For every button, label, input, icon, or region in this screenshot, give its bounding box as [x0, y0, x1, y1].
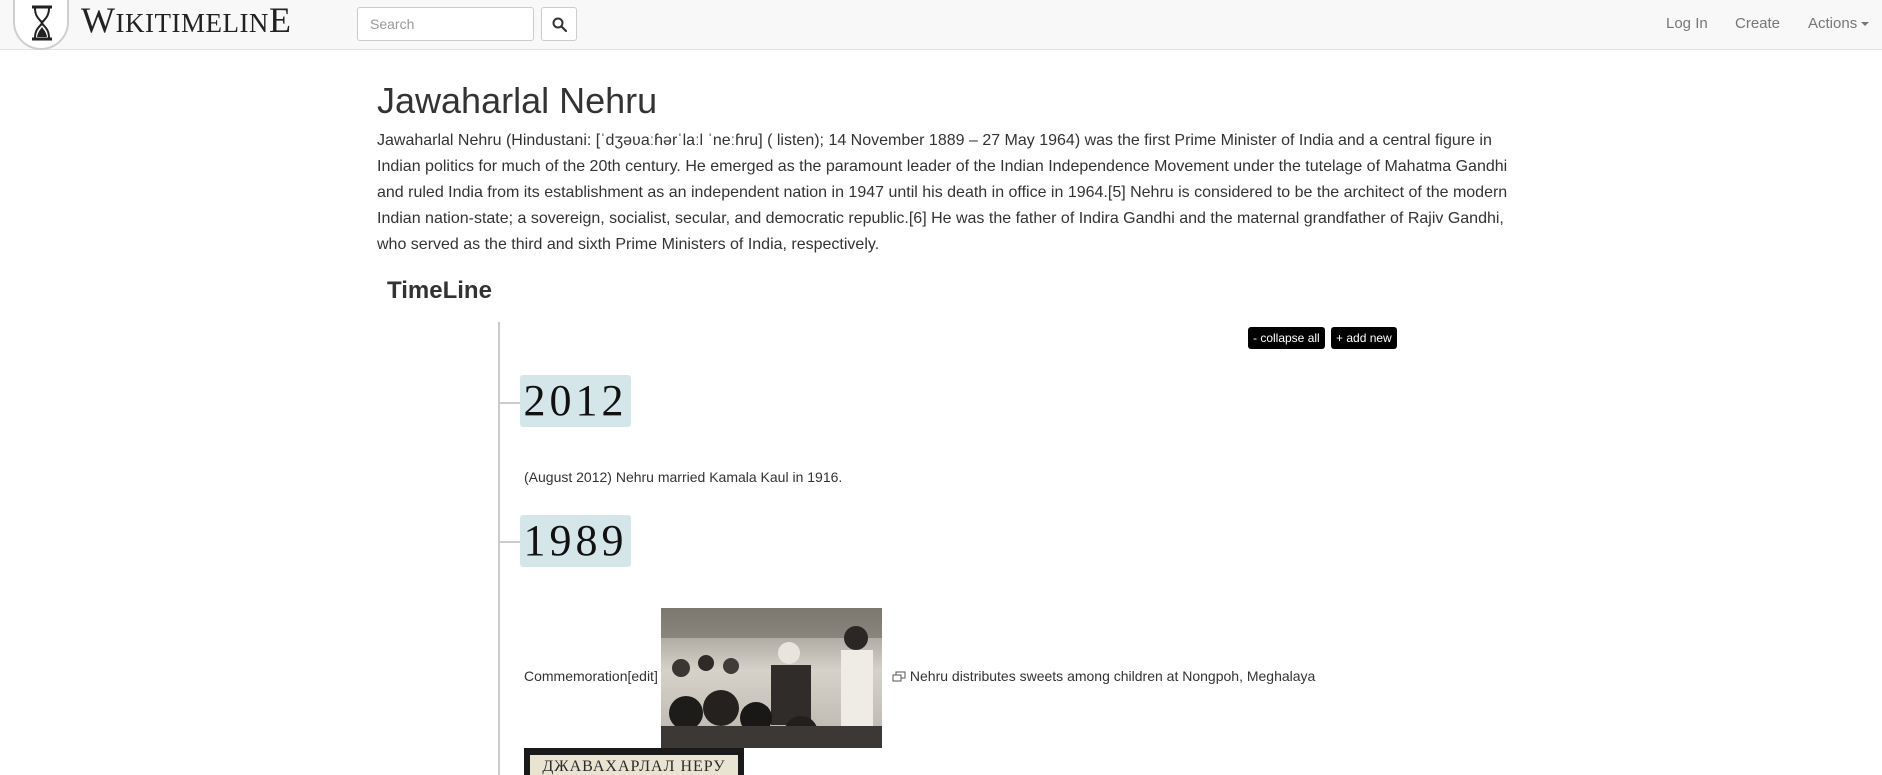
search-input[interactable]	[357, 7, 534, 41]
timeline-tick	[500, 541, 520, 543]
timeline-heading: TimeLine	[387, 277, 492, 304]
photo-caption-text: Nehru distributes sweets among children …	[909, 668, 1316, 684]
page-title: Jawaharlal Nehru	[377, 80, 658, 121]
year-badge-1989[interactable]: 1989	[520, 515, 631, 567]
timeline-tick	[500, 402, 520, 404]
create-link[interactable]: Create	[1735, 0, 1780, 48]
photo-caption: Nehru distributes sweets among children …	[892, 668, 1315, 684]
brand-initial: W	[81, 0, 116, 40]
commemoration-label[interactable]: Commemoration[edit]	[524, 668, 658, 684]
brand-middle: IKITIMELIN	[115, 8, 269, 38]
actions-dropdown[interactable]: Actions	[1808, 0, 1870, 48]
enlarge-icon[interactable]	[892, 671, 906, 682]
stamp-text: ДЖАВАХАРЛАЛ НЕРУ	[530, 755, 738, 775]
timeline-line	[498, 322, 500, 775]
nehru-children-photo[interactable]	[661, 608, 882, 748]
commemorative-stamp-image[interactable]: ДЖАВАХАРЛАЛ НЕРУ	[524, 748, 744, 775]
caret-down-icon	[1861, 22, 1870, 27]
hourglass-icon	[32, 5, 52, 41]
site-brand[interactable]: WIKITIMELINE	[81, 0, 291, 40]
logo[interactable]	[13, 0, 69, 50]
search-icon	[552, 17, 567, 32]
article-intro: Jawaharlal Nehru (Hindustani: [ˈdʒəʋaːɦə…	[377, 132, 1508, 253]
login-link[interactable]: Log In	[1666, 0, 1708, 48]
add-new-button[interactable]: + add new	[1331, 327, 1397, 349]
brand-final: E	[268, 0, 292, 40]
search-button[interactable]	[541, 7, 577, 41]
top-navbar: WIKITIMELINE Log In Create Actions	[0, 0, 1882, 50]
timeline-event-2012: (August 2012) Nehru married Kamala Kaul …	[524, 469, 843, 485]
collapse-all-button[interactable]: - collapse all	[1248, 327, 1325, 349]
actions-label: Actions	[1808, 15, 1858, 32]
year-badge-2012[interactable]: 2012	[520, 375, 631, 427]
